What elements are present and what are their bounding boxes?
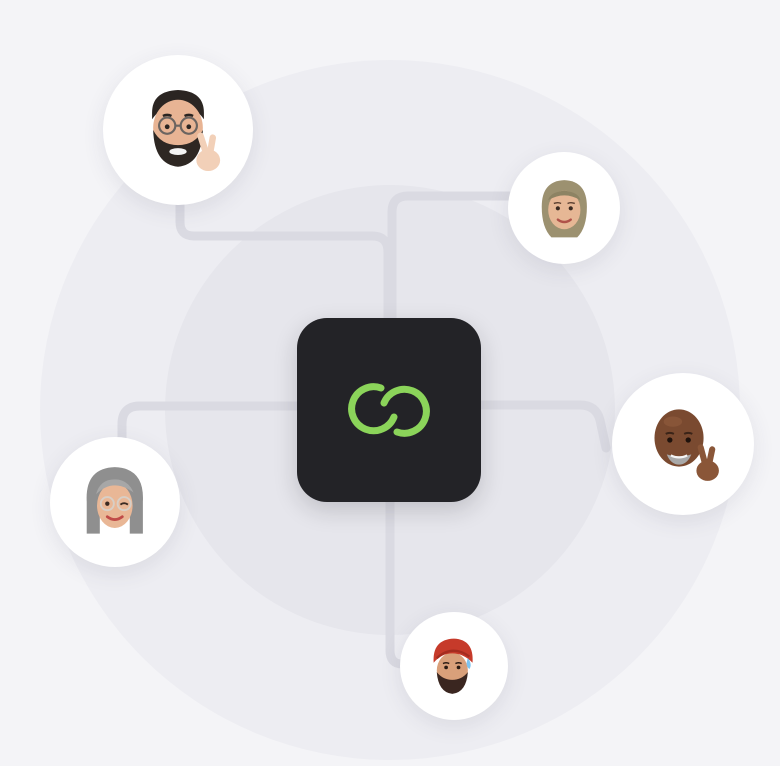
- hub-logo-tile: [297, 318, 481, 502]
- participant-avatar-5: [400, 612, 508, 720]
- connector-bottom: [385, 497, 407, 669]
- participant-avatar-3: [612, 373, 754, 515]
- participant-avatar-1: [103, 55, 253, 205]
- participant-avatar-2: [508, 152, 620, 264]
- memoji-gray-haired-woman-wink-icon: [86, 467, 144, 534]
- network-diagram: [0, 0, 780, 766]
- memoji-bald-man-peace-icon: [654, 409, 719, 481]
- interlocking-rings-logo-icon: [348, 383, 430, 437]
- participant-avatar-4: [50, 437, 180, 567]
- memoji-woman-hijab-icon: [541, 179, 587, 238]
- memoji-bearded-man-glasses-peace-icon: [152, 90, 221, 172]
- connector-top-left: [175, 200, 393, 323]
- connector-top-right: [387, 191, 515, 323]
- memoji-man-red-turban-icon: [433, 638, 473, 694]
- connector-left: [117, 401, 302, 445]
- connector-right: [476, 400, 611, 453]
